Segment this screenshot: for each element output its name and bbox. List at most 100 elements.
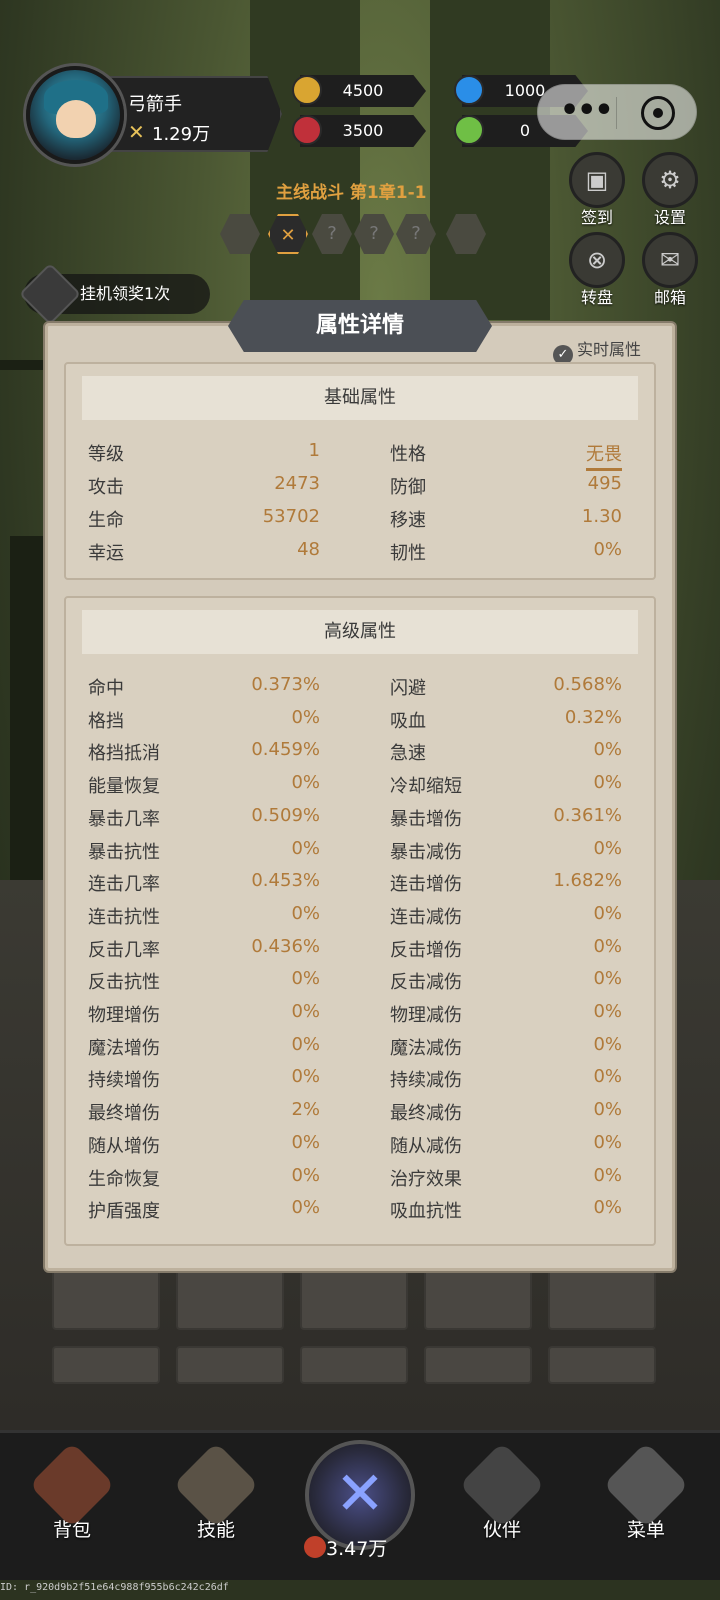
mail-icon: ✉: [642, 232, 698, 288]
hero-name: 弓箭手: [128, 94, 182, 115]
attr-label: 治疗效果: [390, 1168, 462, 1190]
attr-label: 持续减伤: [390, 1070, 462, 1092]
attr-label: 连击抗性: [88, 906, 160, 928]
attr-value: 0%: [291, 772, 320, 794]
attr-label: 韧性: [390, 543, 426, 564]
attr-row: 反击几率 0.436% 反击增伤 0%: [88, 936, 636, 969]
settings-button[interactable]: ⚙ 设置: [638, 152, 702, 228]
attr-label: 格挡: [88, 710, 124, 732]
personality-value[interactable]: 无畏: [586, 440, 622, 471]
attr-label: 连击减伤: [390, 906, 462, 928]
attr-value: 1: [308, 440, 320, 461]
wheel-button[interactable]: ⊗ 转盘: [565, 232, 629, 308]
attr-value: 0%: [291, 706, 320, 728]
hero-power: 1.29万: [152, 124, 211, 145]
fence-post: [10, 536, 44, 886]
mail-label: 邮箱: [653, 288, 686, 307]
attr-row: 攻击 2473 防御 495: [88, 473, 636, 506]
gem-value: 3500: [342, 121, 384, 140]
attr-value: 0.32%: [564, 706, 622, 728]
attr-value: 53702: [262, 506, 320, 527]
attr-value: 2473: [274, 473, 320, 494]
idle-reward-button[interactable]: 挂机领奖1次: [18, 262, 210, 326]
attr-label: 攻击: [88, 477, 124, 498]
attr-label: 冷却缩短: [390, 776, 462, 798]
attr-label: 暴击几率: [88, 808, 160, 830]
attr-label: 防御: [390, 477, 426, 498]
attr-value: 495: [587, 473, 622, 494]
realtime-label: 实时属性: [577, 340, 642, 359]
attr-label: 物理增伤: [88, 1005, 160, 1026]
attr-label: 最终减伤: [390, 1103, 462, 1125]
ticket-value: 0: [519, 121, 531, 140]
advanced-section-header: 高级属性: [82, 610, 638, 654]
attr-value: 0%: [291, 1164, 320, 1186]
attr-label: 闪避: [390, 678, 426, 699]
attr-label: 持续增伤: [88, 1070, 160, 1092]
attr-label: 随从增伤: [88, 1135, 160, 1157]
attr-label: 物理减伤: [390, 1005, 462, 1026]
attr-row: 护盾强度 0% 吸血抗性 0%: [88, 1197, 636, 1230]
attr-value: 0.453%: [251, 870, 320, 892]
close-target-icon[interactable]: [641, 96, 675, 130]
attr-value: 48: [297, 539, 320, 560]
nav-bag[interactable]: 背包: [22, 1442, 122, 1542]
stage-title: 主线战斗 第1章1-1: [276, 183, 427, 203]
attr-row: 持续增伤 0% 持续减伤 0%: [88, 1066, 636, 1099]
attr-label: 格挡抵消: [88, 743, 160, 765]
attr-value: 0%: [593, 1131, 622, 1153]
wheel-icon: ⊗: [569, 232, 625, 288]
nav-menu[interactable]: 菜单: [596, 1442, 696, 1542]
attr-label: 移速: [390, 510, 426, 531]
attr-row: 随从增伤 0% 随从减伤 0%: [88, 1132, 636, 1165]
hero-avatar[interactable]: [26, 66, 124, 164]
attr-label: 护盾强度: [88, 1201, 160, 1223]
attr-row: 连击几率 0.453% 连击增伤 1.682%: [88, 870, 636, 903]
attr-value: 0%: [593, 837, 622, 859]
attr-row: 幸运 48 韧性 0%: [88, 539, 636, 572]
attr-label: 反击抗性: [88, 972, 160, 994]
attr-value: 0%: [291, 1066, 320, 1088]
blue-value: 1000: [504, 81, 546, 100]
gold-coin-icon: [292, 75, 322, 105]
mail-button[interactable]: ✉ 邮箱: [638, 232, 702, 308]
attr-row: 暴击抗性 0% 暴击减伤 0%: [88, 838, 636, 871]
attr-value: 2%: [291, 1099, 320, 1121]
calendar-icon: ▣: [569, 152, 625, 208]
attr-value: 0%: [291, 1197, 320, 1219]
grid-slot: [300, 1346, 408, 1384]
realtime-toggle[interactable]: ✓ 实时属性: [553, 336, 641, 365]
miniprogram-capsule: •••: [537, 84, 697, 140]
attr-row: 等级 1 性格 无畏: [88, 440, 636, 473]
grid-slot: [52, 1346, 160, 1384]
attr-label: 反击几率: [88, 939, 160, 961]
attr-row: 最终增伤 2% 最终减伤 0%: [88, 1099, 636, 1132]
attr-row: 格挡抵消 0.459% 急速 0%: [88, 739, 636, 772]
attr-label: 随从减伤: [390, 1135, 462, 1157]
attr-row: 生命恢复 0% 治疗效果 0%: [88, 1165, 636, 1198]
attr-value: 0%: [593, 539, 622, 560]
attr-value: 0%: [291, 968, 320, 990]
checkin-button[interactable]: ▣ 签到: [565, 152, 629, 228]
attr-label: 暴击增伤: [390, 808, 462, 830]
attr-label: 性格: [390, 444, 426, 465]
more-icon[interactable]: •••: [560, 93, 614, 128]
nav-partner[interactable]: 伙伴: [452, 1442, 552, 1542]
attr-label: 吸血: [390, 710, 426, 732]
nav-skill[interactable]: 技能: [166, 1442, 266, 1542]
attr-row: 格挡 0% 吸血 0.32%: [88, 707, 636, 740]
attr-value: 0%: [291, 902, 320, 924]
attr-row: 生命 53702 移速 1.30: [88, 506, 636, 539]
blue-orb-icon: [454, 75, 484, 105]
wheel-label: 转盘: [580, 288, 613, 307]
attr-label: 反击增伤: [390, 939, 462, 961]
attr-row: 能量恢复 0% 冷却缩短 0%: [88, 772, 636, 805]
attr-label: 幸运: [88, 543, 124, 564]
attr-label: 暴击抗性: [88, 841, 160, 863]
attr-row: 物理增伤 0% 物理减伤 0%: [88, 1001, 636, 1034]
attr-value: 0.509%: [251, 804, 320, 826]
crossed-swords-icon: ✕: [128, 120, 145, 144]
attr-label: 魔法减伤: [390, 1037, 462, 1059]
idle-reward-label: 挂机领奖1次: [80, 284, 171, 303]
nav-battle[interactable]: ✕ 3.47万: [292, 1440, 428, 1560]
